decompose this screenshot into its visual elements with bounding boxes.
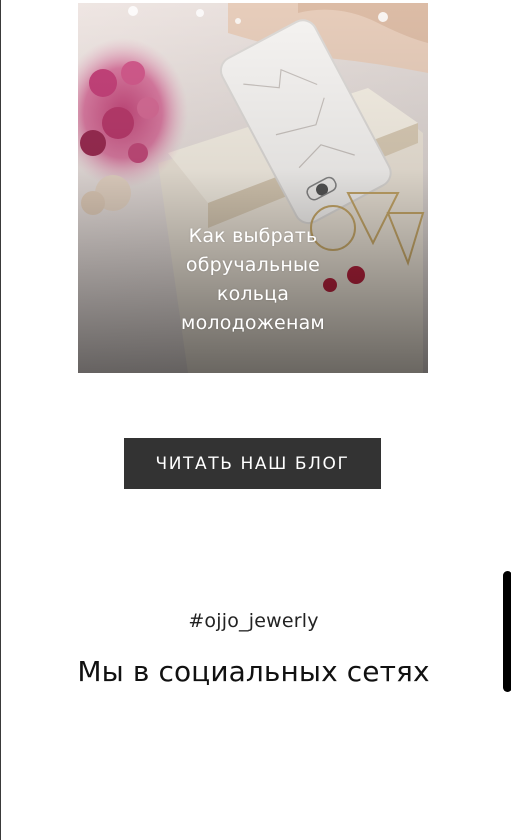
blog-post-title-line: кольца <box>216 283 290 305</box>
page: Как выбрать обручальные кольца молодожен… <box>0 0 511 840</box>
blog-post-title-line: молодоженам <box>181 312 325 334</box>
read-blog-button[interactable]: ЧИТАТЬ НАШ БЛОГ <box>124 438 381 489</box>
blog-post-title-line: Как выбрать <box>188 225 318 247</box>
blog-post-title-line: обручальные <box>185 254 321 276</box>
social-section-title: Мы в социальных сетях <box>77 655 430 688</box>
scrollbar-thumb[interactable] <box>503 571 511 692</box>
social-hashtag: #ojjo_jewerly <box>188 610 319 632</box>
blog-post-card[interactable]: Как выбрать обручальные кольца молодожен… <box>78 3 428 373</box>
blog-post-title[interactable]: Как выбрать обручальные кольца молодожен… <box>78 222 428 338</box>
